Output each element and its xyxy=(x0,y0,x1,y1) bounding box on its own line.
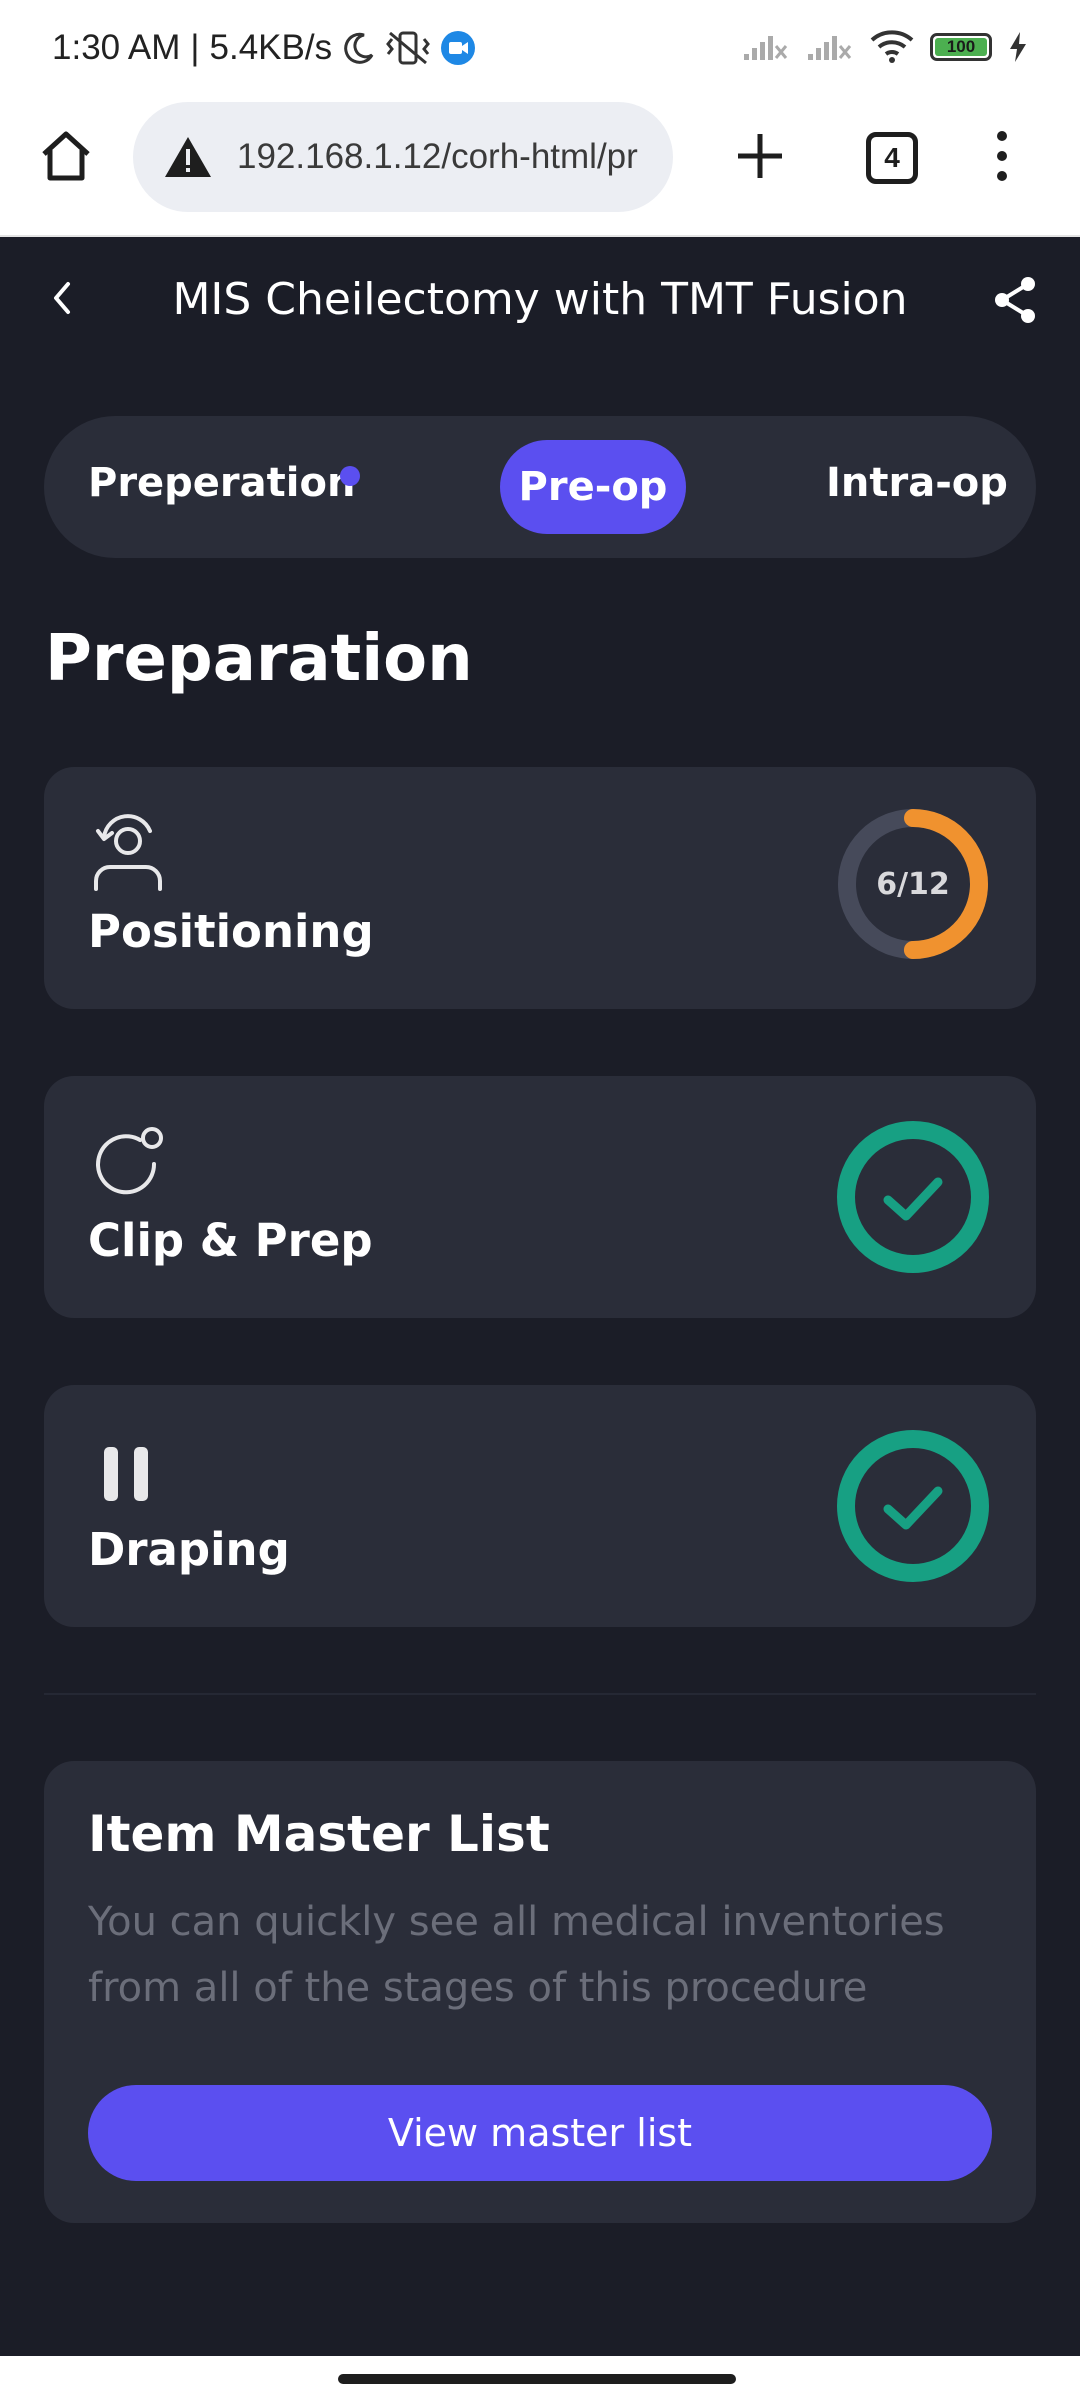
status-network-speed: 5.4KB/s xyxy=(209,28,333,67)
step-label-positioning: Positioning xyxy=(88,905,374,958)
check-circle-icon xyxy=(837,1121,989,1273)
status-separator: | xyxy=(190,28,200,67)
gesture-bar[interactable] xyxy=(338,2374,736,2384)
clip-icon xyxy=(96,1127,163,1195)
status-right: 100 xyxy=(742,30,1028,64)
vibrate-off-icon xyxy=(386,31,431,65)
tab-pre-op[interactable]: Pre-op xyxy=(500,440,686,534)
signal-x-icon xyxy=(808,36,852,60)
divider xyxy=(44,1693,1036,1695)
notification-dot xyxy=(340,466,360,486)
back-icon[interactable] xyxy=(38,274,86,322)
section-title: Preparation xyxy=(45,622,473,696)
share-icon[interactable] xyxy=(990,274,1042,326)
stage-tabs: Preperation Pre-op Intra-op xyxy=(44,416,1036,558)
wifi-icon xyxy=(870,30,914,63)
drape-icon xyxy=(104,1447,148,1501)
tab-count: 4 xyxy=(884,142,900,173)
system-nav-area xyxy=(0,2356,1080,2400)
status-time: 1:30 AM xyxy=(52,28,181,67)
plus-icon[interactable] xyxy=(732,128,788,184)
status-bar: 1:30 AM | 5.4KB/s 100 xyxy=(0,0,1080,92)
step-card-positioning[interactable]: Positioning 6/12 xyxy=(44,767,1036,1009)
master-list-description: You can quickly see all medical inventor… xyxy=(88,1899,945,2011)
check-circle-icon xyxy=(837,1430,989,1582)
browser-toolbar: 192.168.1.12/corh-html/pr 4 xyxy=(0,92,1080,237)
tab-switcher-button[interactable]: 4 xyxy=(866,132,918,184)
rotate-person-icon xyxy=(94,814,162,891)
step-card-clip-prep[interactable]: Clip & Prep xyxy=(44,1076,1036,1318)
moon-icon xyxy=(344,32,374,64)
master-list-card: Item Master List You can quickly see all… xyxy=(44,1761,1036,2223)
step-card-draping[interactable]: Draping xyxy=(44,1385,1036,1627)
view-master-list-button[interactable]: View master list xyxy=(88,2085,992,2181)
signal-x-icon xyxy=(744,36,788,60)
warning-icon xyxy=(165,137,211,177)
tab-intra-op[interactable]: Intra-op xyxy=(826,460,1008,506)
step-label-clip-prep: Clip & Prep xyxy=(88,1214,373,1267)
status-left: 1:30 AM | 5.4KB/s xyxy=(52,28,476,68)
url-bar[interactable]: 192.168.1.12/corh-html/pr xyxy=(133,102,673,212)
home-icon[interactable] xyxy=(38,128,94,184)
more-vert-icon[interactable] xyxy=(985,128,1019,184)
master-list-title: Item Master List xyxy=(88,1805,550,1863)
step-label-draping: Draping xyxy=(88,1523,290,1576)
charging-icon xyxy=(1010,32,1026,62)
battery-level: 100 xyxy=(946,37,976,56)
battery-icon: 100 xyxy=(930,33,992,61)
tab-preperation[interactable]: Preperation xyxy=(88,460,355,506)
url-text: 192.168.1.12/corh-html/pr xyxy=(237,137,638,176)
video-call-icon xyxy=(441,31,476,65)
progress-count: 6/12 xyxy=(876,866,950,902)
page-title: MIS Cheilectomy with TMT Fusion xyxy=(172,274,908,325)
app-header: MIS Cheilectomy with TMT Fusion xyxy=(0,238,1080,368)
